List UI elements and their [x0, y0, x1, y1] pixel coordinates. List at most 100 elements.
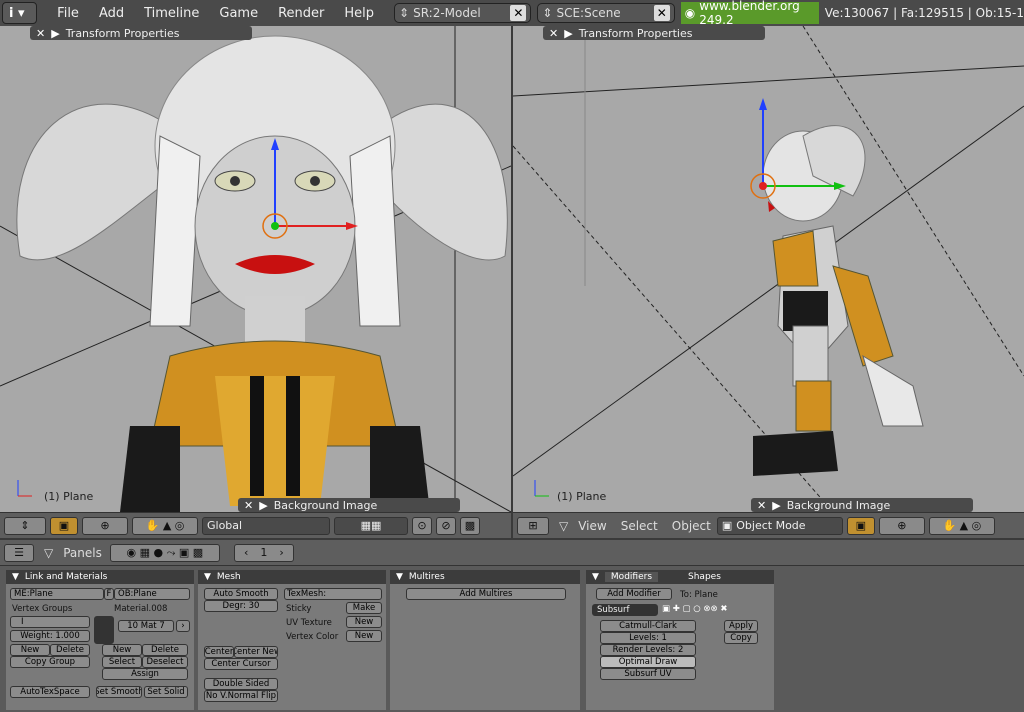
collapse-icon[interactable]: ▶: [259, 499, 267, 512]
manipulator-icons[interactable]: ✋ ▲ ◎: [928, 516, 995, 535]
context-icons[interactable]: ◉ ▦ ● ⤳ ▣ ▩: [109, 543, 220, 562]
menu-view[interactable]: View: [578, 519, 606, 533]
panel-header[interactable]: ▼ Link and Materials: [6, 570, 194, 584]
menu-object[interactable]: Object: [672, 519, 711, 533]
window-type-button[interactable]: ☰: [4, 543, 34, 562]
blender-url[interactable]: ◉ www.blender.org 249.2: [680, 0, 819, 27]
collapse-icon[interactable]: ▶: [772, 499, 780, 512]
menu-add[interactable]: Add: [99, 6, 124, 21]
mode-icon[interactable]: ▣: [50, 516, 78, 535]
set-smooth-button[interactable]: Set Smooth: [96, 686, 142, 698]
draw-type-icon[interactable]: ▣: [846, 516, 875, 535]
front-viewport[interactable]: ✕ ▶ Transform Properties ✕ ▶ Background Im…: [0, 26, 511, 512]
transform-properties-panel[interactable]: ✕ ▶ Transform Properties: [30, 26, 252, 40]
render-icon[interactable]: ▩: [460, 516, 480, 535]
center-new-button[interactable]: Center New: [234, 646, 278, 658]
info-icon[interactable]: i ▾: [2, 2, 38, 24]
modifier-toggle-icons[interactable]: ▣ ✚ ▢ ○ ⊗⊗ ✖: [662, 604, 727, 614]
link-icon[interactable]: ⊘: [436, 516, 456, 535]
levels-field[interactable]: Levels: 1: [600, 632, 696, 644]
material-color-swatch[interactable]: [94, 616, 114, 644]
render-levels-field[interactable]: Render Levels: 2: [600, 644, 696, 656]
scene-selector[interactable]: ⇕ SCE:Scene ✕: [537, 3, 675, 23]
menu-help[interactable]: Help: [344, 6, 374, 21]
collapse-menu-icon[interactable]: ▽: [44, 546, 53, 560]
menu-select[interactable]: Select: [621, 519, 658, 533]
add-modifier-button[interactable]: Add Modifier: [596, 588, 672, 600]
center-cursor-button[interactable]: Center Cursor: [204, 658, 278, 670]
pivot-icon[interactable]: ⊕: [82, 516, 128, 535]
object-name-field[interactable]: OB:Plane: [114, 588, 190, 600]
subdivision-type-select[interactable]: Catmull-Clark: [600, 620, 696, 632]
optimal-draw-toggle[interactable]: Optimal Draw: [600, 656, 696, 668]
collapse-icon[interactable]: ▶: [564, 27, 572, 40]
collapse-icon[interactable]: ▼: [592, 572, 599, 582]
pivot-icon[interactable]: ⊕: [878, 516, 925, 535]
new-material-button[interactable]: New: [102, 644, 142, 656]
scene-stats: Ve:130067 | Fa:129515 | Ob:15-1: [824, 6, 1024, 20]
close-icon[interactable]: ✕: [549, 27, 558, 40]
menu-game[interactable]: Game: [219, 6, 258, 21]
auto-smooth-button[interactable]: Auto Smooth: [204, 588, 278, 600]
close-icon[interactable]: ✕: [36, 27, 45, 40]
select-button[interactable]: Select: [102, 656, 142, 668]
apply-button[interactable]: Apply: [724, 620, 758, 632]
weight-field[interactable]: Weight: 1.000: [10, 630, 90, 642]
panels-label[interactable]: Panels: [63, 546, 102, 560]
fake-user-button[interactable]: F: [104, 588, 114, 600]
close-icon[interactable]: ✕: [244, 499, 253, 512]
tab-modifiers[interactable]: Modifiers: [604, 572, 659, 582]
set-solid-button[interactable]: Set Solid: [144, 686, 188, 698]
degree-field[interactable]: Degr: 30: [204, 600, 278, 612]
vertex-group-field[interactable]: I: [10, 616, 90, 628]
new-group-button[interactable]: New: [10, 644, 50, 656]
delete-group-button[interactable]: Delete: [50, 644, 90, 656]
delete-material-button[interactable]: Delete: [142, 644, 188, 656]
close-icon[interactable]: ✕: [653, 5, 670, 21]
collapse-icon[interactable]: ▼: [12, 572, 19, 582]
vertex-color-new-button[interactable]: New: [346, 630, 382, 642]
sticky-make-button[interactable]: Make: [346, 602, 382, 614]
orientation-select[interactable]: Global: [202, 516, 330, 535]
mode-select[interactable]: ▣ Object Mode: [716, 516, 843, 535]
assign-button[interactable]: Assign: [102, 668, 188, 680]
collapse-icon[interactable]: ▶: [51, 27, 59, 40]
menu-timeline[interactable]: Timeline: [144, 6, 199, 21]
close-icon[interactable]: ✕: [510, 5, 527, 21]
collapse-menu-icon[interactable]: ▽: [559, 519, 568, 533]
window-type-button[interactable]: ⊞: [517, 516, 549, 535]
menu-file[interactable]: File: [57, 6, 79, 21]
deselect-button[interactable]: Deselect: [142, 656, 188, 668]
panel-header[interactable]: ▼ Mesh: [198, 570, 386, 584]
mesh-name-field[interactable]: ME:Plane: [10, 588, 104, 600]
background-image-panel[interactable]: ✕ ▶ Background Image: [751, 498, 973, 512]
background-image-panel[interactable]: ✕ ▶ Background Image: [238, 498, 460, 512]
copy-button[interactable]: Copy: [724, 632, 758, 644]
close-icon[interactable]: ✕: [757, 499, 766, 512]
side-viewport[interactable]: ✕ ▶ Transform Properties ✕ ▶ Background Im…: [513, 26, 1024, 512]
center-button[interactable]: Center: [204, 646, 234, 658]
transform-properties-panel[interactable]: ✕ ▶ Transform Properties: [543, 26, 765, 40]
modifier-name-field[interactable]: Subsurf: [592, 604, 658, 616]
screen-selector[interactable]: ⇕ SR:2-Model ✕: [394, 3, 532, 23]
autotexspace-button[interactable]: AutoTexSpace: [10, 686, 90, 698]
layers-grid[interactable]: ▦▦: [334, 516, 408, 535]
material-index-field[interactable]: 10 Mat 7: [118, 620, 174, 632]
double-sided-button[interactable]: Double Sided: [204, 678, 278, 690]
collapse-icon[interactable]: ▼: [396, 572, 403, 582]
frame-field[interactable]: ‹ 1 ›: [233, 543, 294, 562]
texmesh-field[interactable]: TexMesh:: [284, 588, 382, 600]
tab-shapes[interactable]: Shapes: [688, 572, 721, 582]
subsurf-uv-toggle[interactable]: Subsurf UV: [600, 668, 696, 680]
collapse-icon[interactable]: ▼: [204, 572, 211, 582]
panel-header[interactable]: ▼ Multires: [390, 570, 580, 584]
copy-group-button[interactable]: Copy Group: [10, 656, 90, 668]
manipulator-icons[interactable]: ✋ ▲ ◎: [132, 516, 198, 535]
window-type-button[interactable]: ⇕: [4, 516, 46, 535]
add-multires-button[interactable]: Add Multires: [406, 588, 566, 600]
lock-icon[interactable]: ⊙: [412, 516, 432, 535]
no-vnormal-flip-button[interactable]: No V.Normal Flip: [204, 690, 278, 702]
material-arrow[interactable]: ›: [176, 620, 190, 632]
menu-render[interactable]: Render: [278, 6, 324, 21]
uv-new-button[interactable]: New: [346, 616, 382, 628]
